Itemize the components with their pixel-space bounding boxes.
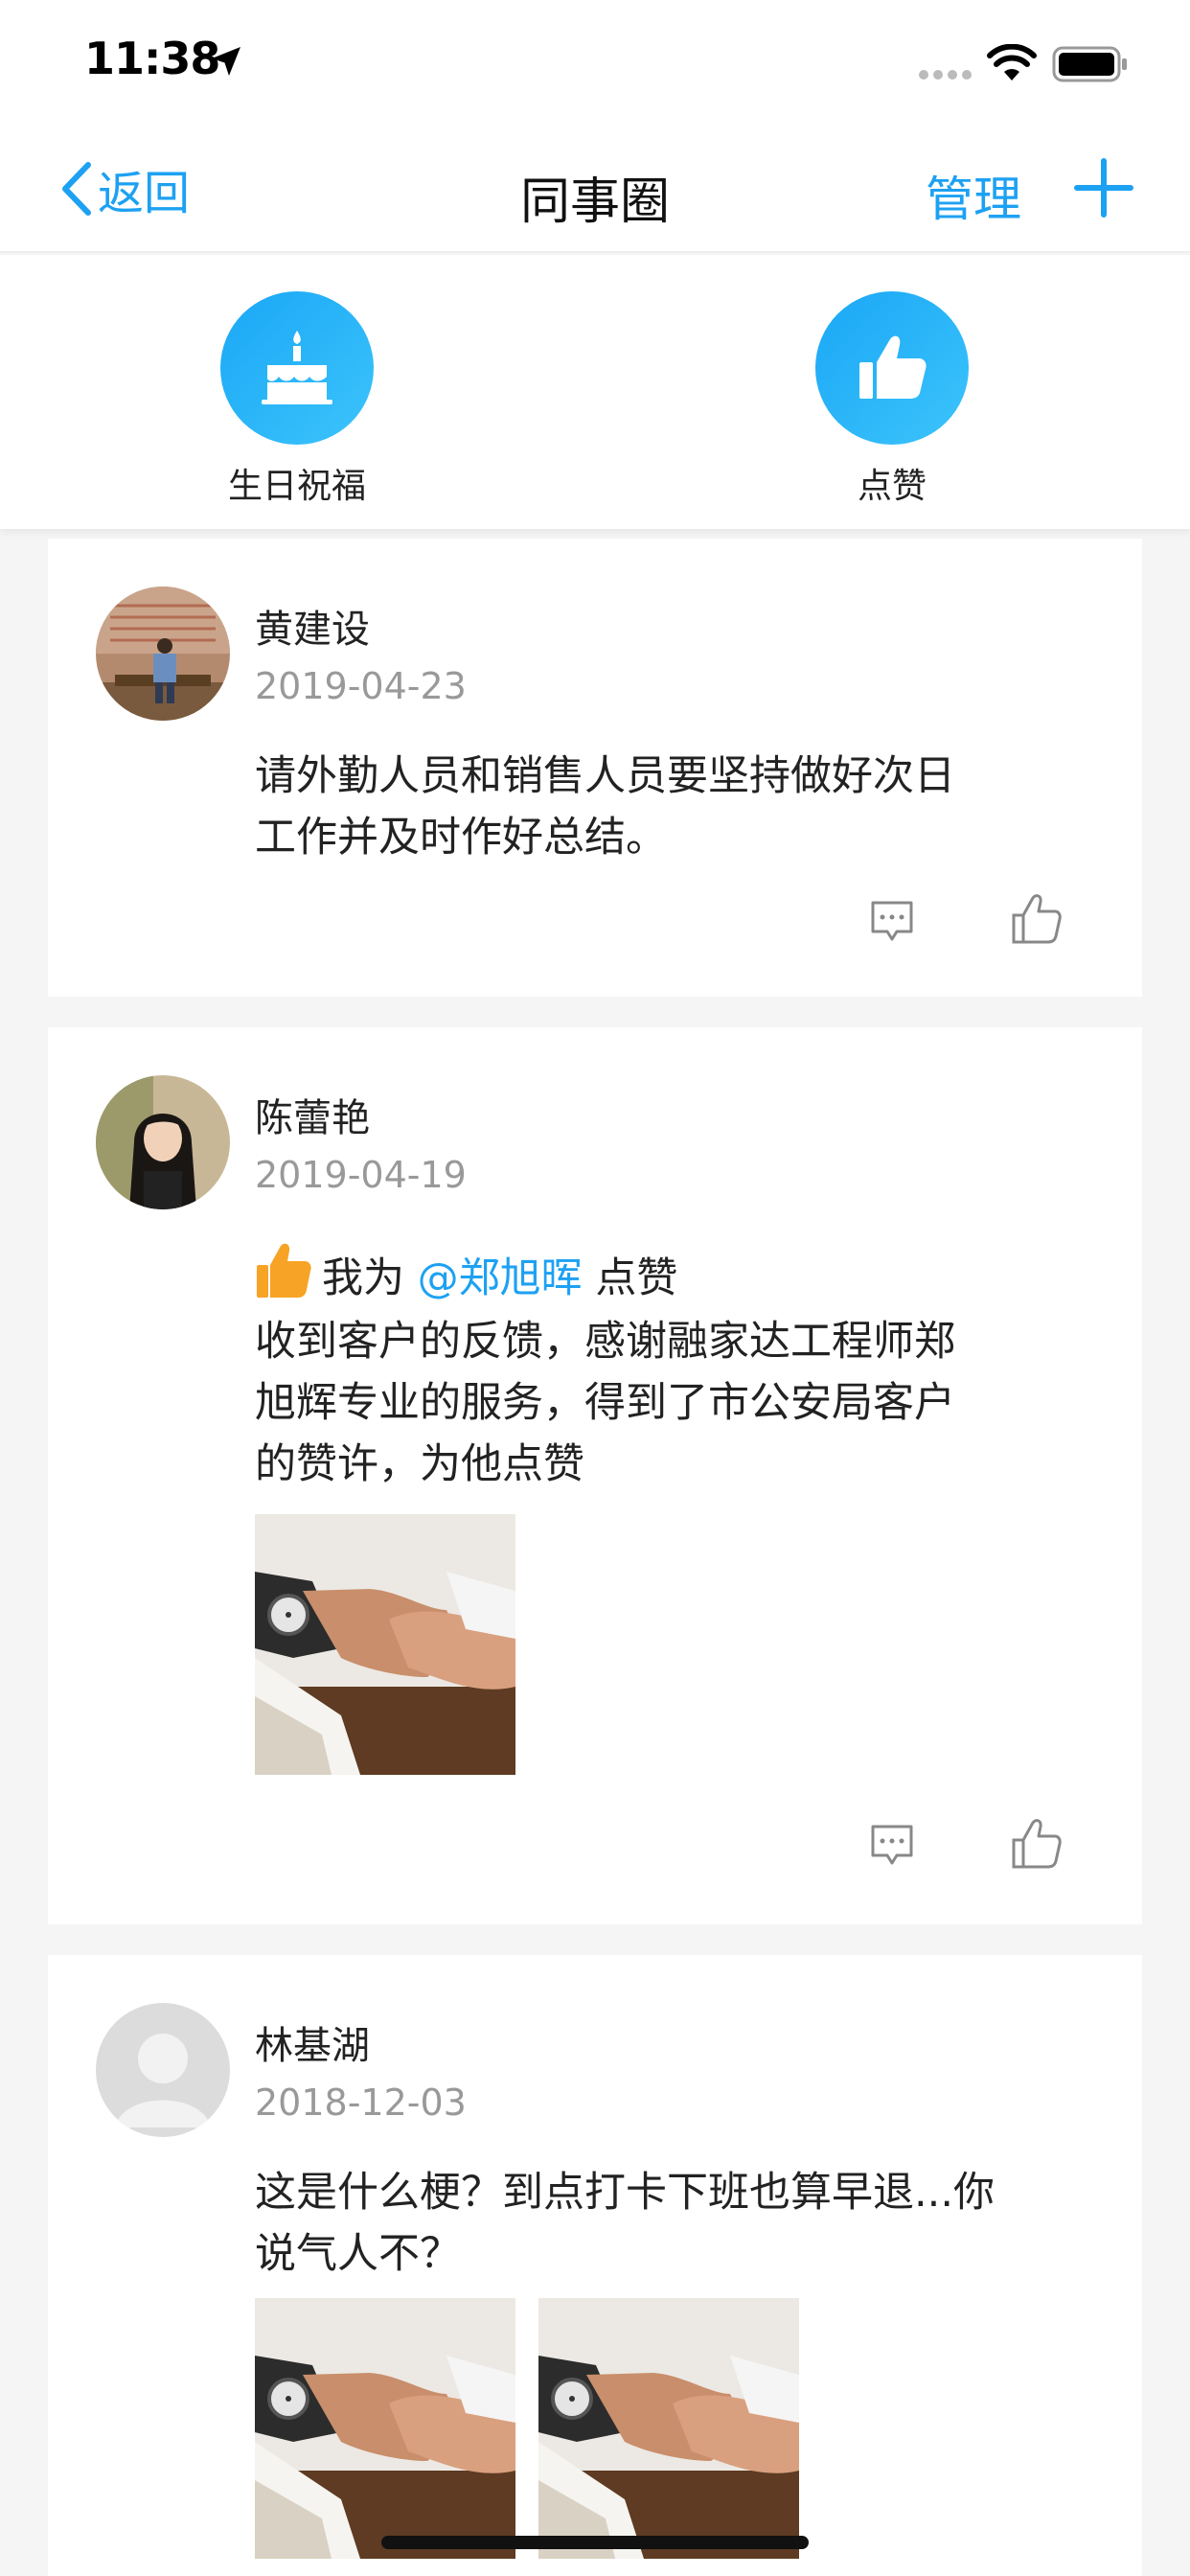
like-icon[interactable]	[1010, 892, 1064, 946]
status-bar: 11:38	[0, 0, 1190, 126]
manage-button[interactable]: 管理	[926, 161, 1021, 230]
post-card: 林基湖 2018-12-03 这是什么梗？到点打卡下班也算早退...你 说气人不…	[48, 1955, 1142, 2576]
like-suffix: 点赞	[595, 1254, 678, 1302]
home-indicator[interactable]	[381, 2536, 809, 2549]
post-image[interactable]	[255, 2298, 515, 2559]
avatar[interactable]	[96, 2003, 230, 2137]
thumbs-up-icon	[257, 1243, 311, 1298]
like-action-button[interactable]: 点赞	[796, 291, 988, 508]
post-content: 请外勤人员和销售人员要坚持做好次日 工作并及时作好总结。	[255, 746, 1079, 868]
post-date: 2019-04-23	[255, 665, 467, 707]
cellular-signal-icon	[919, 70, 972, 80]
post-card: 陈蕾艳 2019-04-19 我为 @郑旭晖 点赞 收到客户的反馈，感谢融家达工…	[48, 1027, 1142, 1924]
battery-icon	[1052, 46, 1127, 82]
like-button-circle	[815, 291, 969, 445]
post-text-line: 请外勤人员和销售人员要坚持做好次日	[255, 752, 955, 800]
post-text-line: 收到客户的反馈，感谢融家达工程师郑	[255, 1318, 955, 1366]
avatar[interactable]	[96, 1075, 230, 1209]
post-text-line: 的赞许，为他点赞	[255, 1440, 584, 1488]
post-date: 2019-04-19	[255, 1154, 467, 1196]
post-author: 林基湖	[255, 2024, 370, 2068]
quick-actions: 生日祝福 点赞	[0, 255, 1190, 529]
wifi-icon	[987, 44, 1037, 80]
location-arrow-icon	[212, 47, 240, 76]
post-author: 黄建设	[255, 608, 370, 652]
birthday-wishes-label: 生日祝福	[227, 467, 366, 506]
like-action-label: 点赞	[857, 467, 927, 506]
avatar[interactable]	[96, 586, 230, 721]
navigation-bar: 返回 同事圈 管理	[0, 126, 1190, 253]
post-text-line: 这是什么梗？到点打卡下班也算早退...你	[255, 2169, 995, 2217]
like-prefix: 我为	[322, 1254, 404, 1302]
birthday-button-circle	[220, 291, 374, 445]
thumbs-up-icon	[859, 335, 927, 399]
mention-link[interactable]: @郑旭晖	[418, 1254, 583, 1302]
post-text-line: 说气人不？	[255, 2230, 461, 2278]
status-time: 11:38	[84, 33, 220, 84]
add-icon[interactable]	[1073, 157, 1134, 218]
birthday-wishes-button[interactable]: 生日祝福	[201, 291, 393, 508]
comment-icon[interactable]	[868, 1821, 916, 1869]
post-text-line: 旭辉专业的服务，得到了市公安局客户	[255, 1379, 955, 1427]
post-date: 2018-12-03	[255, 2082, 467, 2124]
post-author: 陈蕾艳	[255, 1096, 370, 1140]
post-image[interactable]	[255, 1514, 515, 1775]
like-mention-line: 我为 @郑旭晖 点赞	[255, 1242, 1079, 1309]
post-content: 收到客户的反馈，感谢融家达工程师郑 旭辉专业的服务，得到了市公安局客户 的赞许，…	[255, 1311, 1079, 1495]
post-image[interactable]	[538, 2298, 799, 2559]
like-icon[interactable]	[1010, 1817, 1064, 1871]
post-text-line: 工作并及时作好总结。	[255, 814, 667, 862]
post-content: 这是什么梗？到点打卡下班也算早退...你 说气人不？	[255, 2162, 1079, 2285]
comment-icon[interactable]	[868, 897, 916, 945]
post-card: 黄建设 2019-04-23 请外勤人员和销售人员要坚持做好次日 工作并及时作好…	[48, 539, 1142, 997]
birthday-cake-icon	[262, 331, 332, 404]
